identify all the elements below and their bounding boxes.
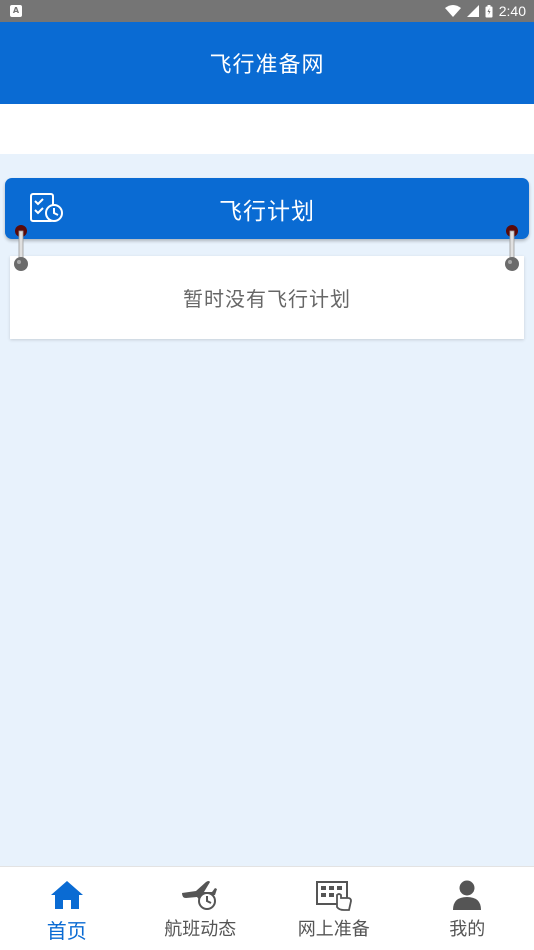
tab-label: 首页 (46, 919, 87, 943)
notification-icon: A (10, 5, 22, 17)
binder-ring-icon (14, 225, 28, 271)
tab-home[interactable]: 首页 (0, 867, 134, 950)
tab-label: 网上准备 (297, 919, 370, 940)
app-header: 飞行准备网 (0, 22, 534, 104)
wifi-icon (444, 5, 461, 17)
status-bar: A 2:40 (0, 0, 534, 22)
calendar-hand-icon (315, 881, 352, 911)
tab-mine[interactable]: 我的 (401, 867, 534, 950)
flight-plan-header[interactable]: 飞行计划 (5, 178, 529, 239)
tab-label: 航班动态 (164, 919, 237, 940)
flight-plan-card: 暂时没有飞行计划 (10, 256, 524, 339)
plane-clock-icon (182, 881, 218, 910)
flight-plan-empty-text: 暂时没有飞行计划 (183, 287, 351, 311)
tab-online-prep[interactable]: 网上准备 (267, 867, 401, 950)
notification-letter: A (12, 6, 20, 15)
checklist-clock-icon (30, 193, 63, 222)
user-icon (453, 880, 482, 910)
page-title: 飞行准备网 (209, 53, 325, 78)
banner-area (0, 104, 534, 154)
bottom-tab-bar: 首页 航班动态 网上准备 我的 (0, 866, 534, 950)
flight-plan-title: 飞行计划 (219, 198, 315, 225)
status-time: 2:40 (498, 3, 526, 19)
tab-label: 我的 (449, 919, 486, 940)
home-icon (50, 881, 83, 909)
battery-icon (485, 4, 493, 17)
signal-icon (466, 5, 479, 17)
tab-flight-status[interactable]: 航班动态 (134, 867, 268, 950)
binder-ring-icon (505, 225, 519, 271)
